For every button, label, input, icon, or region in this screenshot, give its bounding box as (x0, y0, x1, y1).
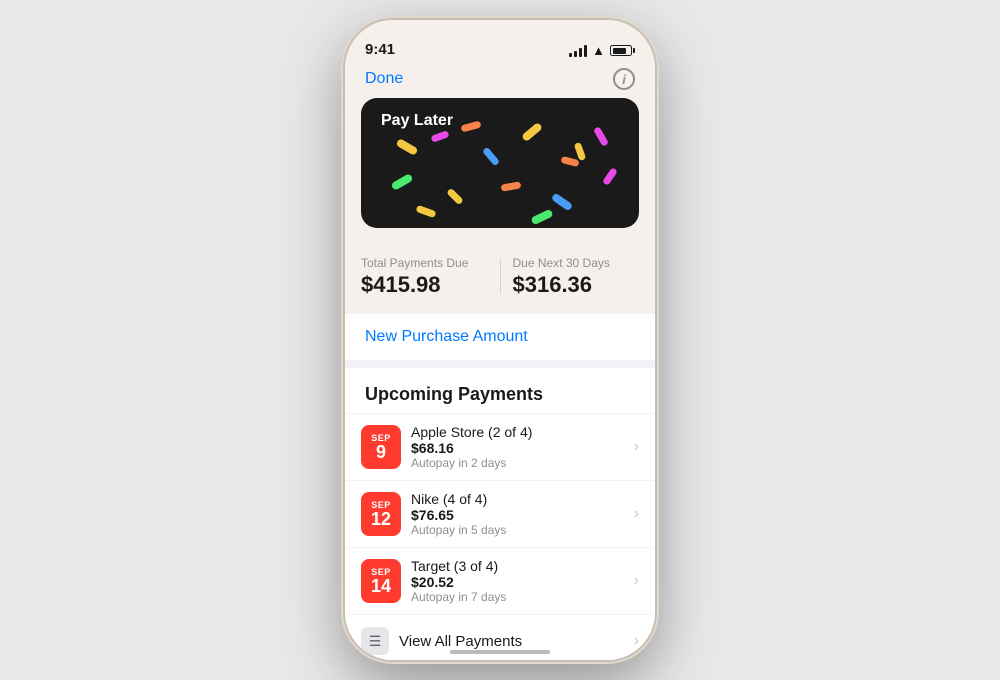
total-value: $415.98 (361, 272, 488, 298)
view-all-chevron: › (634, 632, 639, 650)
payment-autopay: Autopay in 5 days (411, 523, 634, 537)
status-time: 9:41 (365, 41, 395, 58)
payment-item[interactable]: SEP 9 Apple Store (2 of 4) $68.16 Autopa… (345, 413, 655, 480)
payment-amount: $20.52 (411, 574, 634, 590)
card-logo-text: Pay Later (381, 112, 453, 130)
status-icons: ▲ (569, 43, 635, 58)
payment-name: Nike (4 of 4) (411, 491, 634, 507)
total-label: Total Payments Due (361, 256, 488, 270)
home-indicator (450, 650, 550, 654)
payment-info: Nike (4 of 4) $76.65 Autopay in 5 days (411, 491, 634, 537)
view-all-text[interactable]: View All Payments (399, 633, 634, 650)
totals-divider (500, 260, 501, 294)
payments-list-icon: ☰ (361, 627, 389, 655)
payment-info: Target (3 of 4) $20.52 Autopay in 7 days (411, 558, 634, 604)
scroll-content: Pay Later Total Payments Due $415.98 Due… (345, 98, 655, 660)
date-badge: SEP 9 (361, 425, 401, 469)
payment-item[interactable]: SEP 14 Target (3 of 4) $20.52 Autopay in… (345, 547, 655, 614)
date-day: 14 (371, 577, 391, 595)
card-logo: Pay Later (377, 112, 623, 130)
date-badge: SEP 12 (361, 492, 401, 536)
info-button[interactable]: i (613, 68, 635, 90)
pay-later-card: Pay Later (361, 98, 639, 228)
date-day: 12 (371, 510, 391, 528)
card-section: Pay Later (345, 98, 655, 244)
payment-totals: Total Payments Due $415.98 Due Next 30 D… (345, 244, 655, 314)
payment-chevron: › (634, 438, 639, 456)
payment-name: Target (3 of 4) (411, 558, 634, 574)
payment-amount: $68.16 (411, 440, 634, 456)
nav-bar: Done i (345, 64, 655, 98)
new-purchase-link[interactable]: New Purchase Amount (365, 328, 528, 345)
due-next-value: $316.36 (513, 272, 640, 298)
payment-item[interactable]: SEP 12 Nike (4 of 4) $76.65 Autopay in 5… (345, 480, 655, 547)
phone-device: 9:41 ▲ Done i (345, 20, 655, 660)
payment-name: Apple Store (2 of 4) (411, 424, 634, 440)
payment-autopay: Autopay in 7 days (411, 590, 634, 604)
payment-amount: $76.65 (411, 507, 634, 523)
upcoming-header: Upcoming Payments (345, 368, 655, 413)
payment-autopay: Autopay in 2 days (411, 456, 634, 470)
signal-icon (569, 45, 587, 57)
new-purchase-section[interactable]: New Purchase Amount (345, 314, 655, 360)
total-payments-due: Total Payments Due $415.98 (361, 256, 488, 298)
wifi-icon: ▲ (592, 43, 605, 58)
due-next-label: Due Next 30 Days (513, 256, 640, 270)
upcoming-payments-section: Upcoming Payments SEP 9 Apple Store (2 o… (345, 368, 655, 660)
payment-items-list: SEP 9 Apple Store (2 of 4) $68.16 Autopa… (345, 413, 655, 614)
battery-icon (610, 45, 635, 56)
status-bar: 9:41 ▲ (345, 20, 655, 64)
date-badge: SEP 14 (361, 559, 401, 603)
payment-info: Apple Store (2 of 4) $68.16 Autopay in 2… (411, 424, 634, 470)
date-day: 9 (376, 443, 386, 461)
due-next-30: Due Next 30 Days $316.36 (513, 256, 640, 298)
payment-chevron: › (634, 572, 639, 590)
payment-chevron: › (634, 505, 639, 523)
done-button[interactable]: Done (365, 70, 403, 88)
